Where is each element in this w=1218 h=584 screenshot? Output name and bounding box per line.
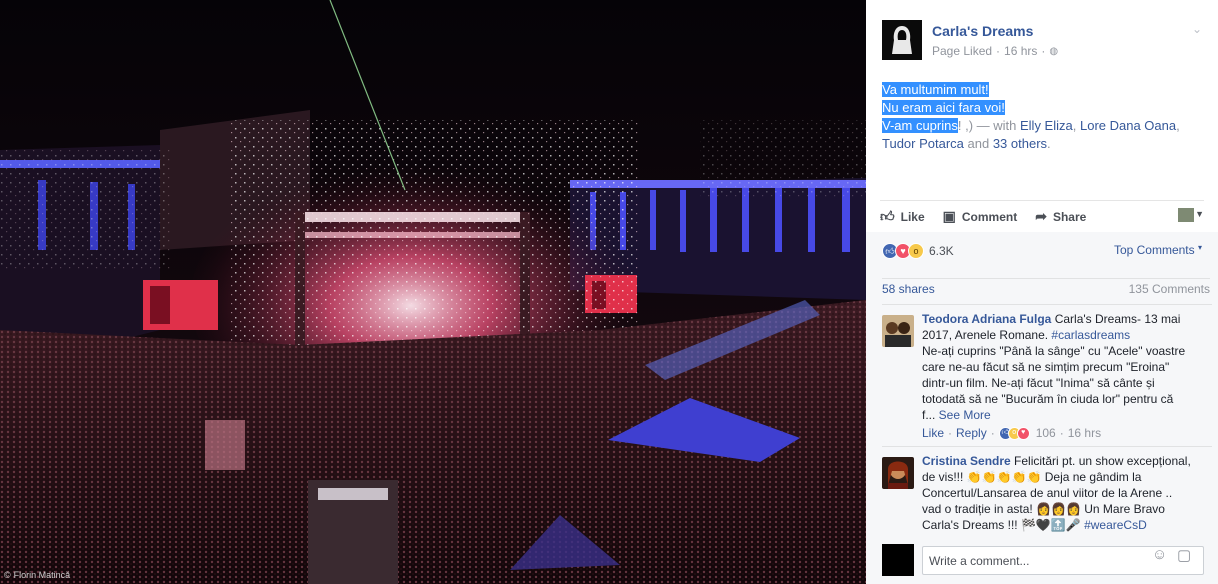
post-header: Carla's Dreams Page Liked · 16 hrs · ◍ ⌄ <box>882 20 1202 64</box>
photo-credit: © Florin Matincă <box>4 570 71 580</box>
comment-button[interactable]: ▣ Comment <box>943 208 1018 225</box>
comment-composer: Write a comment... ☺ ▢ <box>882 540 1210 584</box>
comment-item: Cristina Sendre Felicitări pt. un show e… <box>882 446 1212 540</box>
top-comments-dropdown[interactable]: Top Comments ▾ <box>1114 243 1202 257</box>
tag-others[interactable]: 33 others <box>993 136 1047 151</box>
thumbs-up-icon: 👍︎ <box>880 208 895 224</box>
shares-link[interactable]: 58 shares <box>882 282 935 296</box>
reactions-summary: 👍︎ ♥ o 6.3K Top Comments ▾ <box>882 242 1210 260</box>
with-text: ! ,) — with <box>957 118 1020 133</box>
comments-count[interactable]: 135 Comments <box>1129 282 1210 296</box>
page-name-link[interactable]: Carla's Dreams <box>932 23 1033 39</box>
sticker-icon[interactable]: ▢ <box>1177 546 1191 564</box>
caret-down-icon[interactable]: ▼ <box>1195 209 1204 219</box>
comment-author[interactable]: Cristina Sendre <box>922 454 1011 468</box>
post-meta: Page Liked · 16 hrs · ◍ <box>932 44 1059 58</box>
tag-elly-eliza[interactable]: Elly Eliza <box>1020 118 1073 133</box>
post-timestamp[interactable]: 16 hrs <box>1004 44 1037 58</box>
wow-reaction-icon[interactable]: o <box>908 243 924 259</box>
message-line-1: Va multumim mult! <box>882 82 989 97</box>
message-line-2: Nu eram aici fara voi! <box>882 100 1005 115</box>
comment-reaction-count[interactable]: 106 <box>1036 425 1056 441</box>
post-sidebar: Carla's Dreams Page Liked · 16 hrs · ◍ ⌄… <box>866 0 1218 584</box>
page-avatar[interactable] <box>882 20 922 60</box>
reaction-count[interactable]: 6.3K <box>929 244 954 258</box>
tag-lore-dana-oana[interactable]: Lore Dana Oana <box>1080 118 1176 133</box>
hashtag-link[interactable]: #weareCsD <box>1084 518 1147 532</box>
message-line-3: V-am cuprins <box>882 118 958 133</box>
see-more-link[interactable]: See More <box>939 408 991 422</box>
post-message: Va multumim mult! Nu eram aici fara voi!… <box>882 82 1180 151</box>
commenter-avatar[interactable] <box>882 457 914 489</box>
speech-bubble-icon: ▣ <box>942 208 956 224</box>
post-photo[interactable]: © Florin Matincă <box>0 0 866 584</box>
copyright-icon: © <box>4 570 11 580</box>
comment-body: Cristina Sendre Felicitări pt. un show e… <box>922 454 1191 532</box>
comment-like-link[interactable]: Like <box>922 425 944 441</box>
page-liked-status[interactable]: Page Liked <box>932 44 992 58</box>
chevron-down-icon[interactable]: ⌄ <box>1192 22 1202 36</box>
comment-reply-link[interactable]: Reply <box>956 425 987 441</box>
commenter-avatar[interactable] <box>882 315 914 347</box>
comment-item: Teodora Adriana Fulga Carla's Dreams- 13… <box>882 304 1212 446</box>
post-actions: 👍︎ Like ▣ Comment ➦ Share ▼ <box>880 200 1204 232</box>
comment-body: Teodora Adriana Fulga Carla's Dreams- 13… <box>922 311 1210 441</box>
caret-down-icon: ▾ <box>1197 243 1202 252</box>
share-arrow-icon: ➦ <box>1035 208 1047 224</box>
hashtag-link[interactable]: #carlasdreams <box>1051 328 1130 342</box>
comment-time[interactable]: 16 hrs <box>1068 425 1101 441</box>
comment-author[interactable]: Teodora Adriana Fulga <box>922 312 1051 326</box>
stats-row: 58 shares 135 Comments <box>882 278 1210 298</box>
comment-reactions[interactable]: 👍︎ o ♥ <box>998 426 1030 440</box>
globe-icon: ◍ <box>1049 45 1059 57</box>
smiley-icon[interactable]: ☺ <box>1152 546 1167 563</box>
love-reaction-icon: ♥ <box>1016 426 1030 440</box>
my-avatar[interactable] <box>882 544 914 576</box>
concert-photo <box>0 0 866 584</box>
comment-meta: Like · Reply · 👍︎ o ♥ 106 · 16 hrs <box>922 425 1102 441</box>
like-button[interactable]: 👍︎ Like <box>880 208 925 225</box>
tag-tudor-potarca[interactable]: Tudor Potarca <box>882 136 964 151</box>
share-button[interactable]: ➦ Share <box>1035 208 1086 225</box>
post-as-avatar[interactable] <box>1178 208 1194 222</box>
